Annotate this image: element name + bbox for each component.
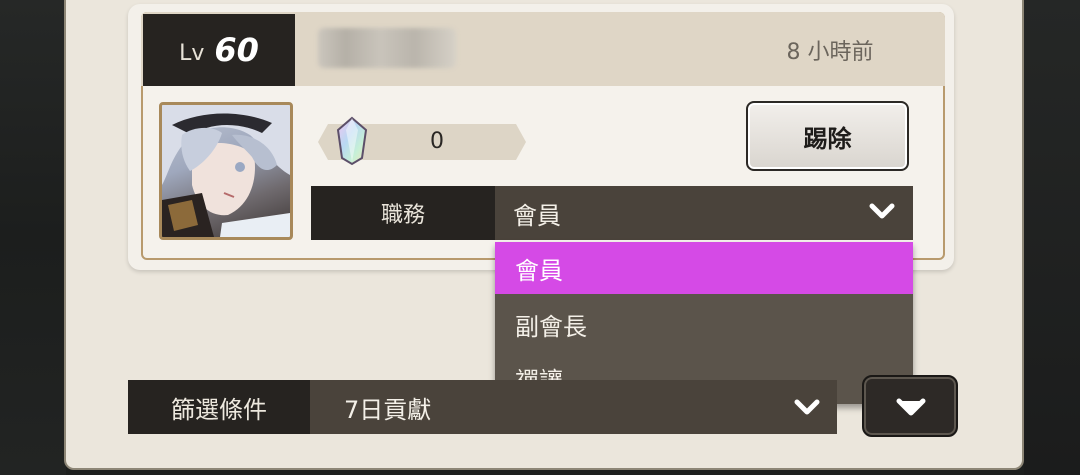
member-name-blurred (318, 28, 456, 68)
role-label: 職務 (311, 186, 495, 240)
avatar-portrait (162, 105, 290, 237)
avatar (159, 102, 293, 240)
level-value: 60 (214, 31, 259, 69)
role-option-member[interactable]: 會員 (495, 242, 913, 294)
role-selected-value: 會員 (513, 201, 561, 230)
chevron-down-icon (896, 398, 926, 416)
role-select[interactable]: 會員 (495, 186, 913, 240)
chevron-down-icon (794, 399, 820, 415)
level-badge: Lv 60 (143, 14, 295, 86)
gem-count: 0 (430, 129, 444, 154)
chevron-down-icon (869, 203, 895, 219)
level-label: Lv (179, 40, 205, 66)
background-left (0, 0, 66, 475)
kick-button[interactable]: 踢除 (746, 101, 909, 171)
sort-toggle-button[interactable] (862, 375, 958, 437)
filter-select[interactable]: 7日貢獻 (310, 380, 837, 434)
role-option-vice-leader[interactable]: 副會長 (495, 298, 913, 350)
filter-label: 篩選條件 (128, 380, 310, 434)
filter-selected-value: 7日貢獻 (344, 395, 432, 424)
last-seen-time: 8 小時前 (786, 40, 874, 65)
background-right (1024, 0, 1080, 475)
